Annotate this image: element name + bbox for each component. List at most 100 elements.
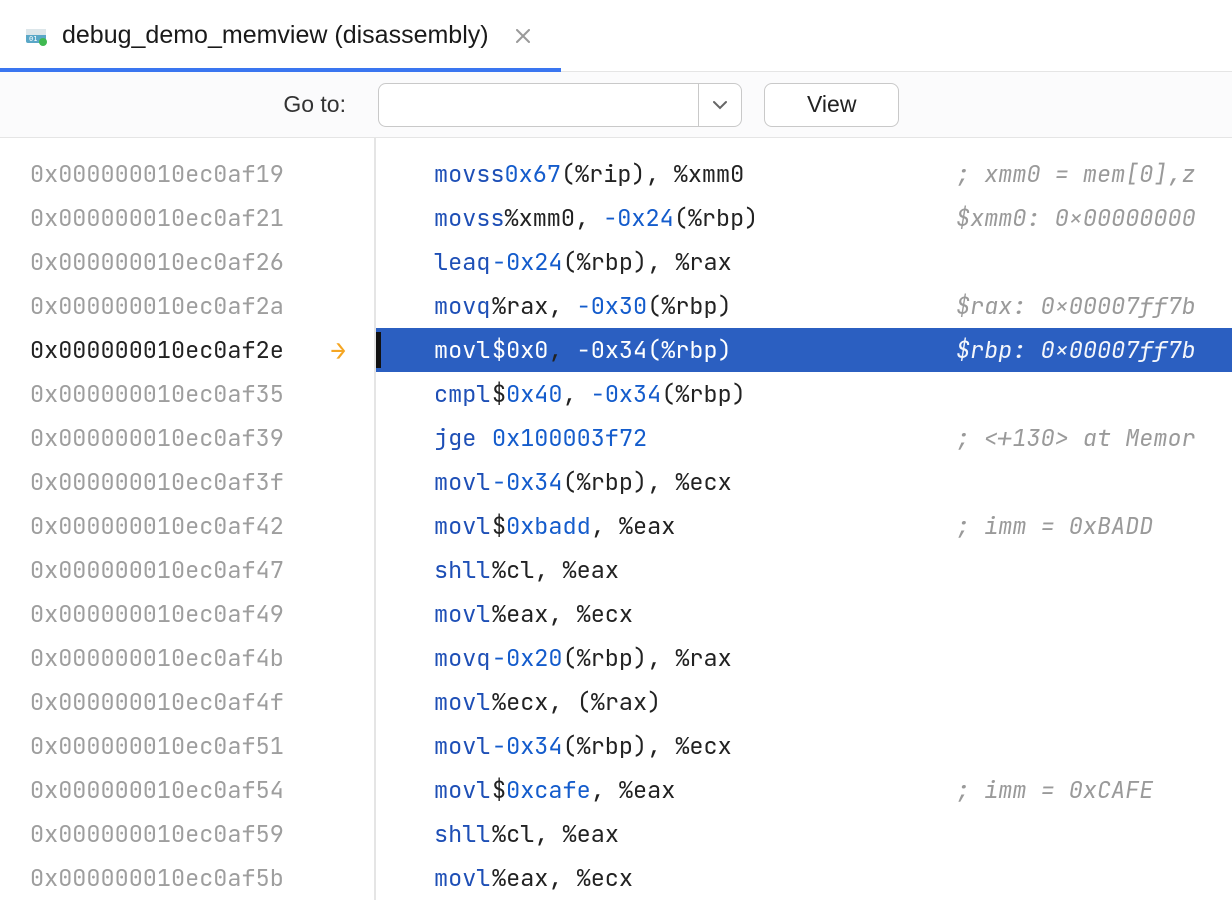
address-cell[interactable]: 0x000000010ec0af2a [0, 284, 374, 328]
instruction-row[interactable]: jge 0x100003f72; <+130> at Memor [376, 416, 1232, 460]
operand-reg: $ [492, 511, 506, 542]
svg-text:01: 01 [29, 35, 37, 43]
operand-reg: %rax [675, 247, 731, 278]
binary-file-icon: 01 [24, 24, 48, 48]
operand-comma: , [647, 643, 675, 674]
operand-paren: ) [633, 467, 647, 498]
address-cell[interactable]: 0x000000010ec0af39 [0, 416, 374, 460]
operand-reg: %ecx [675, 467, 731, 498]
close-icon[interactable] [509, 22, 537, 50]
operand-paren: ) [633, 731, 647, 762]
address-cell[interactable]: 0x000000010ec0af35 [0, 372, 374, 416]
operand-comma: , [591, 775, 619, 806]
instruction-row[interactable]: movl -0x34(%rbp), %ecx [376, 724, 1232, 768]
mnemonic: movl [382, 511, 492, 542]
operand-reg: $ [492, 379, 506, 410]
operand-num: 0x40 [506, 379, 562, 410]
operand-reg: %rbp [661, 291, 717, 322]
operand-num: 0x100003f72 [492, 423, 647, 454]
operand-reg: %rbp [577, 467, 633, 498]
address-cell[interactable]: 0x000000010ec0af2e→ [0, 328, 374, 372]
operand-reg: %ecx [492, 687, 548, 718]
operand-reg: %rax [591, 687, 647, 718]
operand-reg: %eax [492, 599, 548, 630]
address-cell[interactable]: 0x000000010ec0af5b [0, 856, 374, 900]
instruction-row[interactable]: movss 0x67(%rip), %xmm0; xmm0 = mem[0],z [376, 152, 1232, 196]
operand-reg: %rbp [577, 643, 633, 674]
instruction-row[interactable]: leaq -0x24(%rbp), %rax [376, 240, 1232, 284]
tab-bar: 01 debug_demo_memview (disassembly) [0, 0, 1232, 72]
operand-comma: , [534, 819, 562, 850]
operand-reg: $ [492, 775, 506, 806]
mnemonic: movl [382, 731, 492, 762]
operand-paren: ( [563, 467, 577, 498]
mnemonic: shll [382, 819, 492, 850]
address-cell[interactable]: 0x000000010ec0af51 [0, 724, 374, 768]
comment: $rax: 0x00007ff7b [956, 291, 1196, 322]
instruction-row[interactable]: movl $0xbadd, %eax; imm = 0xBADD [376, 504, 1232, 548]
address-cell[interactable]: 0x000000010ec0af4b [0, 636, 374, 680]
operand-paren: ) [718, 335, 732, 366]
operand-paren: ) [631, 159, 645, 190]
mnemonic: movss [382, 203, 505, 234]
operand-reg: %xmm0 [505, 203, 576, 234]
operand-reg: %eax [563, 819, 619, 850]
mnemonic: movl [382, 775, 492, 806]
operand-num: -0x20 [492, 643, 563, 674]
operand-reg: %xmm0 [674, 159, 745, 190]
tab-title: debug_demo_memview (disassembly) [62, 21, 489, 50]
instruction-row[interactable]: movl $0x0, -0x34(%rbp)$rbp: 0x00007ff7b [376, 328, 1232, 372]
address-cell[interactable]: 0x000000010ec0af3f [0, 460, 374, 504]
current-line-arrow-icon: → [330, 333, 346, 368]
operand-comma: , [591, 511, 619, 542]
operand-reg: %eax [619, 511, 675, 542]
operand-paren: ( [674, 203, 688, 234]
instruction-row[interactable]: movl %ecx, (%rax) [376, 680, 1232, 724]
instruction-row[interactable]: movq %rax, -0x30(%rbp)$rax: 0x00007ff7b [376, 284, 1232, 328]
view-button[interactable]: View [764, 83, 899, 127]
address-cell[interactable]: 0x000000010ec0af26 [0, 240, 374, 284]
comment: $xmm0: 0x00000000 [956, 203, 1196, 234]
operand-comma: , [534, 555, 562, 586]
operand-comma: , [548, 335, 576, 366]
operand-num: -0x24 [492, 247, 563, 278]
address-cell[interactable]: 0x000000010ec0af47 [0, 548, 374, 592]
operand-comma: , [575, 203, 603, 234]
address-cell[interactable]: 0x000000010ec0af4f [0, 680, 374, 724]
operand-reg: $ [492, 335, 506, 366]
operand-paren: ( [647, 335, 661, 366]
instruction-row[interactable]: cmpl $0x40, -0x34(%rbp) [376, 372, 1232, 416]
address-cell[interactable]: 0x000000010ec0af59 [0, 812, 374, 856]
mnemonic: movl [382, 599, 492, 630]
operand-num: 0x67 [505, 159, 561, 190]
operand-num: -0x34 [591, 379, 662, 410]
instruction-row[interactable]: shll %cl, %eax [376, 812, 1232, 856]
operand-reg: %rbp [688, 203, 744, 234]
operand-comma: , [548, 863, 576, 894]
instruction-row[interactable]: movl -0x34(%rbp), %ecx [376, 460, 1232, 504]
address-cell[interactable]: 0x000000010ec0af54 [0, 768, 374, 812]
operand-paren: ( [563, 247, 577, 278]
tab-disassembly[interactable]: 01 debug_demo_memview (disassembly) [0, 0, 561, 71]
operand-paren: ) [718, 291, 732, 322]
instruction-row[interactable]: movq -0x20(%rbp), %rax [376, 636, 1232, 680]
goto-dropdown-button[interactable] [698, 83, 742, 127]
toolbar: Go to: View [0, 72, 1232, 138]
address-cell[interactable]: 0x000000010ec0af21 [0, 196, 374, 240]
operand-reg: %rip [575, 159, 631, 190]
comment: ; <+130> at Memor [956, 423, 1196, 454]
instruction-row[interactable]: movl %eax, %ecx [376, 592, 1232, 636]
operand-reg: %eax [619, 775, 675, 806]
comment: ; imm = 0xCAFE [956, 775, 1153, 806]
address-cell[interactable]: 0x000000010ec0af42 [0, 504, 374, 548]
instruction-row[interactable]: movl $0xcafe, %eax; imm = 0xCAFE [376, 768, 1232, 812]
goto-input[interactable] [378, 83, 698, 127]
chevron-down-icon [713, 100, 727, 110]
instruction-row[interactable]: movl %eax, %ecx [376, 856, 1232, 900]
address-cell[interactable]: 0x000000010ec0af49 [0, 592, 374, 636]
address-cell[interactable]: 0x000000010ec0af19 [0, 152, 374, 196]
disassembly-content: 0x000000010ec0af190x000000010ec0af210x00… [0, 138, 1232, 900]
instruction-row[interactable]: movss %xmm0, -0x24(%rbp)$xmm0: 0x0000000… [376, 196, 1232, 240]
operand-reg: %eax [563, 555, 619, 586]
instruction-row[interactable]: shll %cl, %eax [376, 548, 1232, 592]
